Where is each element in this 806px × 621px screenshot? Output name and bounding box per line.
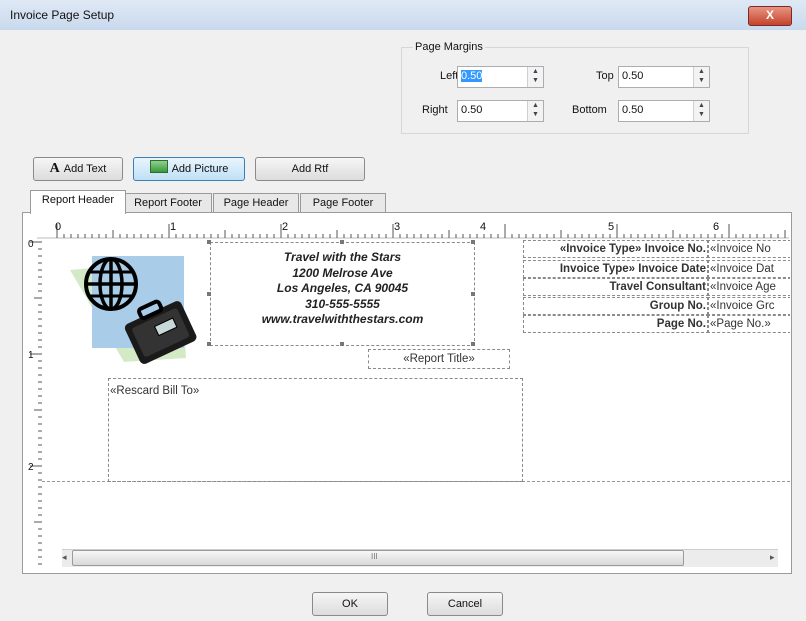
ruler-mark-2: 2 (282, 221, 289, 233)
left-margin-label: Left (440, 70, 459, 82)
add-text-button[interactable]: A Add Text (33, 157, 123, 181)
horizontal-ruler: 0 1 2 3 4 5 6 (37, 219, 789, 239)
company-address: 1200 Melrose Ave (292, 265, 393, 280)
left-margin-stepper-icon[interactable]: ▲ ▼ (527, 67, 543, 87)
travel-clipart-icon (70, 256, 197, 364)
scrollbar-grip-icon: III (371, 552, 378, 561)
page-no-field[interactable]: «Page No.» (707, 315, 790, 333)
add-picture-label: Add Picture (171, 163, 229, 175)
vruler-mark-1: 1 (28, 350, 34, 361)
tab-report-footer[interactable]: Report Footer (124, 193, 212, 213)
resize-handle[interactable] (471, 240, 475, 244)
bottom-margin-spinner[interactable]: 0.50 ▲ ▼ (618, 100, 710, 122)
invoice-group-field[interactable]: «Invoice Grc (707, 297, 790, 315)
right-margin-label: Right (422, 104, 448, 116)
report-design-surface[interactable]: Travel with the Stars 1200 Melrose Ave L… (42, 240, 790, 546)
vertical-ruler: 0 1 2 (28, 238, 42, 568)
add-rtf-button[interactable]: Add Rtf (255, 157, 365, 181)
invoice-agent-field[interactable]: «Invoice Age (707, 278, 790, 296)
company-city: Los Angeles, CA 90045 (276, 281, 409, 295)
invoice-date-label[interactable]: Invoice Type» Invoice Date (523, 260, 709, 278)
ruler-mark-6: 6 (713, 221, 720, 233)
text-a-icon: A (49, 161, 60, 176)
resize-handle[interactable] (471, 342, 475, 346)
top-margin-spinner[interactable]: 0.50 ▲ ▼ (618, 66, 710, 88)
bottom-margin-value[interactable]: 0.50 (622, 104, 643, 116)
right-margin-spinner[interactable]: 0.50 ▲ ▼ (457, 100, 544, 122)
company-info-textbox[interactable]: Travel with the Stars 1200 Melrose Ave L… (210, 242, 475, 346)
group-no-label[interactable]: Group No. (523, 297, 709, 315)
resize-handle[interactable] (340, 342, 344, 346)
ruler-mark-0: 0 (55, 221, 62, 233)
vruler-mark-2: 2 (28, 462, 34, 473)
report-title-field[interactable]: «Report Title» (368, 349, 510, 369)
company-website: www.travelwiththestars.com (261, 312, 424, 326)
resize-handle[interactable] (207, 240, 211, 244)
scroll-right-arrow-icon[interactable]: ▸ (770, 552, 775, 563)
tab-page-footer[interactable]: Page Footer (300, 193, 386, 213)
page-margins-label: Page Margins (413, 41, 485, 53)
invoice-no-field[interactable]: «Invoice No (707, 240, 790, 258)
scroll-left-arrow-icon[interactable]: ◂ (62, 552, 67, 563)
resize-handle[interactable] (471, 292, 475, 296)
ok-button[interactable]: OK (312, 592, 388, 616)
title-bar: Invoice Page Setup X (0, 0, 806, 30)
left-margin-value[interactable]: 0.50 (461, 70, 483, 82)
ruler-mark-5: 5 (608, 221, 615, 233)
company-phone: 310-555-5555 (305, 296, 380, 311)
close-button[interactable]: X (748, 6, 792, 26)
picture-icon (149, 160, 168, 173)
page-no-label[interactable]: Page No. (523, 315, 709, 333)
logo-picture[interactable] (64, 248, 204, 368)
tab-report-header[interactable]: Report Header (30, 190, 126, 214)
window-title: Invoice Page Setup (10, 8, 115, 22)
travel-consultant-label[interactable]: Travel Consultant (523, 278, 709, 296)
top-margin-label: Top (596, 70, 614, 82)
bill-to-text: «Rescard Bill To» (110, 385, 200, 397)
cancel-button[interactable]: Cancel (427, 592, 503, 616)
resize-handle[interactable] (207, 292, 211, 296)
vertical-ruler-ticks (30, 241, 42, 565)
resize-handle[interactable] (207, 342, 211, 346)
ruler-mark-3: 3 (394, 221, 401, 233)
vruler-mark-0: 0 (28, 239, 34, 250)
bill-to-field[interactable]: «Rescard Bill To» (108, 378, 523, 482)
top-margin-value[interactable]: 0.50 (622, 70, 643, 82)
right-margin-value[interactable]: 0.50 (461, 104, 482, 116)
invoice-no-label[interactable]: «Invoice Type» Invoice No. (523, 240, 709, 258)
resize-handle[interactable] (340, 240, 344, 244)
dialog-window: Invoice Page Setup X Page Margins Left 0… (0, 0, 806, 621)
scrollbar-thumb[interactable]: III (72, 550, 684, 566)
top-margin-stepper-icon[interactable]: ▲ ▼ (693, 67, 709, 87)
add-picture-button[interactable]: Add Picture (133, 157, 245, 181)
right-margin-stepper-icon[interactable]: ▲ ▼ (527, 101, 543, 121)
tab-page-header[interactable]: Page Header (213, 193, 299, 213)
add-rtf-label: Add Rtf (291, 163, 329, 175)
invoice-date-field[interactable]: «Invoice Dat (707, 260, 790, 278)
horizontal-ruler-ticks (37, 224, 789, 239)
bottom-margin-stepper-icon[interactable]: ▲ ▼ (693, 101, 709, 121)
ruler-mark-1: 1 (170, 221, 177, 233)
left-margin-spinner[interactable]: 0.50 ▲ ▼ (457, 66, 544, 88)
add-text-label: Add Text (63, 163, 107, 175)
ruler-mark-4: 4 (480, 221, 487, 233)
company-name: Travel with the Stars (283, 250, 402, 264)
bottom-margin-label: Bottom (572, 104, 607, 116)
